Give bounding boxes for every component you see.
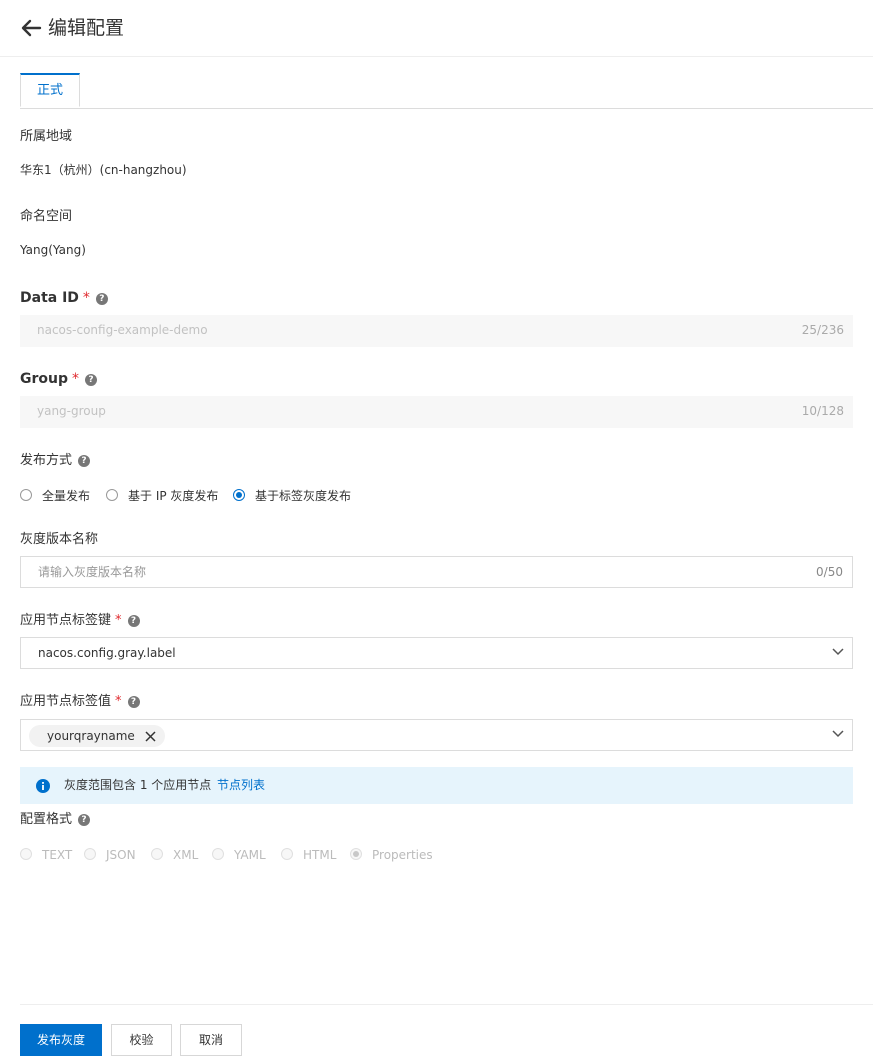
data-id-counter: 25/236 — [801, 323, 844, 337]
radio-label: JSON — [106, 848, 136, 862]
footer-divider — [20, 1004, 873, 1005]
help-icon[interactable]: ? — [95, 293, 108, 305]
group-input: yang-group 10/128 — [20, 396, 853, 428]
close-icon[interactable] — [145, 731, 156, 742]
radio-label: 基于标签灰度发布 — [255, 489, 352, 503]
radio-circle — [151, 848, 163, 860]
radio-label: XML — [173, 848, 199, 862]
tag-value-select[interactable]: yourqrayname — [20, 719, 853, 751]
data-id-input: nacos-config-example-demo 25/236 — [20, 315, 853, 347]
node-list-link[interactable]: 节点列表 — [217, 767, 265, 804]
tag-key-value: nacos.config.gray.label — [38, 646, 176, 660]
tag-key-label-text: 应用节点标签键 — [20, 613, 112, 628]
group-label: Group *? — [20, 370, 98, 388]
page-title: 编辑配置 — [48, 17, 125, 39]
publish-mode-label-text: 发布方式 — [20, 453, 73, 468]
radio-label: YAML — [234, 848, 266, 862]
tag-key-label: 应用节点标签键 *? — [20, 612, 140, 630]
config-format-label-text: 配置格式 — [20, 812, 73, 827]
gray-version-name-input[interactable]: 请输入灰度版本名称 0/50 — [20, 556, 853, 588]
tab-production[interactable]: 正式 — [20, 73, 80, 107]
tag-key-select[interactable]: nacos.config.gray.label — [20, 637, 853, 669]
tag-chip-text: yourqrayname — [47, 729, 135, 743]
required-mark: * — [82, 290, 90, 306]
radio-circle-checked[interactable] — [233, 489, 245, 501]
publish-mode-label: 发布方式? — [20, 452, 91, 470]
namespace-value: Yang(Yang) — [20, 243, 86, 257]
radio-label: 全量发布 — [42, 489, 91, 503]
notice-text: 灰度范围包含 1 个应用节点 — [64, 778, 212, 792]
namespace-label: 命名空间 — [20, 209, 73, 224]
chevron-down-icon[interactable] — [832, 730, 844, 738]
required-mark: * — [72, 371, 80, 387]
radio-circle-checked — [350, 848, 362, 860]
required-mark: * — [115, 694, 122, 709]
help-icon[interactable]: ? — [78, 455, 91, 467]
tag-chip: yourqrayname — [29, 725, 165, 747]
radio-label: HTML — [303, 848, 337, 862]
region-value: 华东1（杭州）(cn-hangzhou) — [20, 163, 187, 177]
data-id-label-text: Data ID — [20, 290, 79, 306]
radio-circle — [20, 848, 32, 860]
group-value: yang-group — [37, 404, 106, 418]
group-counter: 10/128 — [801, 404, 844, 418]
radio-label: 基于 IP 灰度发布 — [128, 489, 219, 503]
gray-version-name-placeholder: 请输入灰度版本名称 — [38, 565, 147, 579]
help-icon[interactable]: ? — [127, 696, 140, 708]
info-icon — [36, 779, 50, 793]
gray-scope-notice: 灰度范围包含 1 个应用节点 节点列表 — [20, 767, 853, 804]
arrow-left-icon[interactable] — [20, 17, 42, 39]
config-format-label: 配置格式? — [20, 811, 91, 829]
config-format-radio-group: TEXT JSON XML YAML HTML Properties — [20, 846, 620, 864]
required-mark: * — [115, 613, 122, 628]
group-label-text: Group — [20, 371, 69, 387]
publish-mode-radio-group: 全量发布 基于 IP 灰度发布 基于标签灰度发布 — [20, 487, 620, 505]
tag-value-label-text: 应用节点标签值 — [20, 694, 112, 709]
cancel-button[interactable]: 取消 — [180, 1024, 242, 1056]
gray-version-name-counter: 0/50 — [816, 565, 843, 579]
radio-circle[interactable] — [20, 489, 32, 501]
tag-value-label: 应用节点标签值 *? — [20, 693, 140, 711]
help-icon[interactable]: ? — [127, 615, 140, 627]
radio-circle — [84, 848, 96, 860]
chevron-down-icon[interactable] — [832, 648, 844, 656]
region-label: 所属地域 — [20, 129, 73, 144]
help-icon[interactable]: ? — [78, 814, 91, 826]
gray-version-name-label: 灰度版本名称 — [20, 532, 99, 547]
radio-circle[interactable] — [106, 489, 118, 501]
radio-circle — [281, 848, 293, 860]
data-id-label: Data ID *? — [20, 289, 108, 307]
data-id-value: nacos-config-example-demo — [37, 323, 208, 337]
help-icon[interactable]: ? — [85, 374, 98, 386]
page-header: 编辑配置 — [0, 0, 873, 57]
radio-circle — [212, 848, 224, 860]
radio-label: TEXT — [42, 848, 73, 862]
radio-label: Properties — [372, 848, 433, 862]
validate-button[interactable]: 校验 — [111, 1024, 172, 1056]
tab-bar: 正式 — [20, 73, 873, 109]
publish-gray-button[interactable]: 发布灰度 — [20, 1024, 102, 1056]
